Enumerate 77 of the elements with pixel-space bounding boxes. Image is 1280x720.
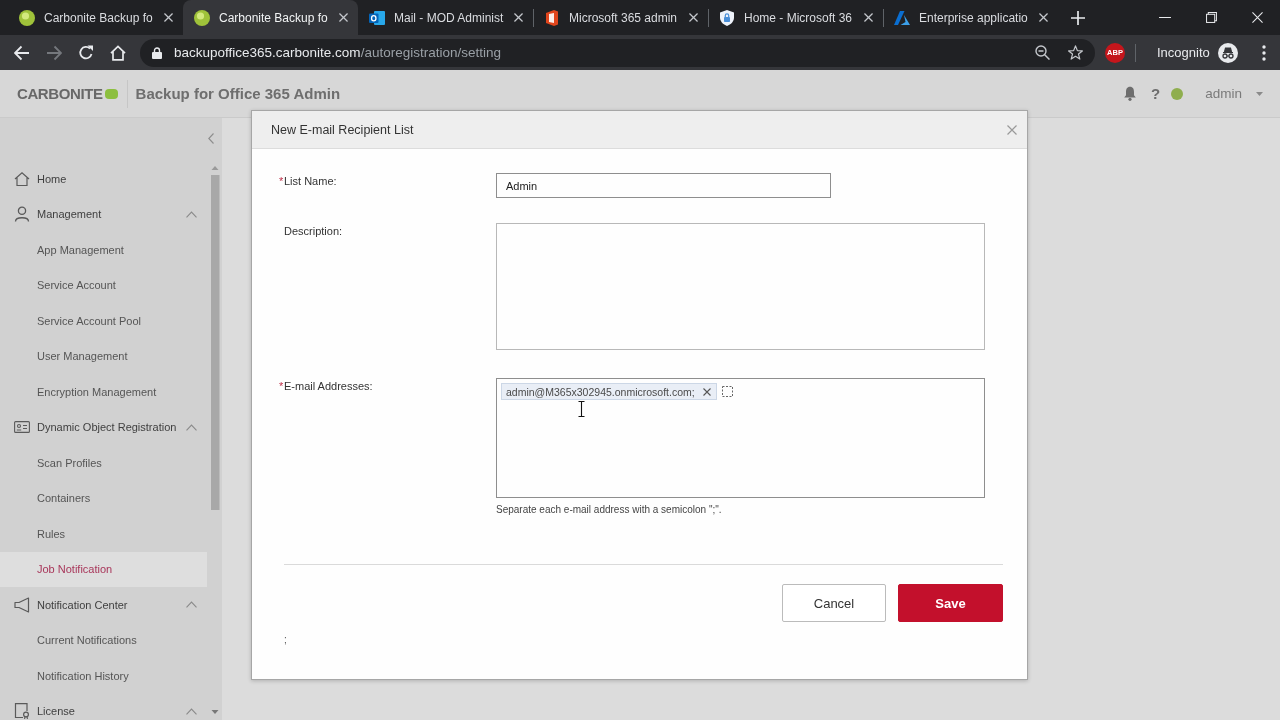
person-icon	[14, 206, 30, 223]
incognito-icon	[1217, 42, 1238, 63]
logo-mark-icon	[104, 88, 118, 99]
sidebar-subitem[interactable]: Job Notification	[0, 551, 207, 587]
note-text: ;	[284, 634, 287, 645]
field-label: List Name:	[284, 175, 337, 187]
sidebar-subitem[interactable]: Current Notifications	[0, 622, 208, 658]
bell-icon[interactable]	[1123, 86, 1138, 101]
browser-tab[interactable]: Enterprise applicatio	[883, 0, 1058, 35]
triangle-logo-icon	[894, 9, 910, 26]
required-marker: *	[279, 380, 284, 392]
required-marker: *	[279, 175, 284, 187]
sphere-icon	[19, 9, 35, 26]
new-tab-icon[interactable]	[1071, 10, 1085, 25]
browser-tab[interactable]: Carbonite Backup fo	[8, 0, 183, 35]
lock-icon	[152, 46, 162, 59]
minimize-icon[interactable]	[1159, 16, 1171, 19]
help-button[interactable]: ?	[1151, 85, 1161, 102]
sidebar-subitem[interactable]: Rules	[0, 516, 208, 552]
tab-close-icon[interactable]	[689, 13, 698, 22]
app-title: Backup for Office 365 Admin	[135, 85, 341, 102]
sidebar-subitem[interactable]: Notification History	[0, 658, 208, 694]
tab-close-icon[interactable]	[339, 13, 348, 22]
field-label: Description:	[284, 225, 343, 237]
email-field[interactable]: admin@M365x302945.onmicrosoft.com;	[496, 378, 985, 498]
tab-close-icon[interactable]	[164, 13, 173, 22]
caret-icon	[1256, 91, 1263, 96]
back-icon[interactable]	[14, 44, 30, 61]
sphere-icon	[194, 9, 210, 26]
browser-tab[interactable]: Home - Microsoft 36	[708, 0, 883, 35]
browser-tab[interactable]: Mail - MOD Administ	[358, 0, 533, 35]
id-card-icon	[14, 419, 30, 436]
mail-app-icon	[369, 9, 385, 26]
address-bar[interactable]: backupoffice365.carbonite.com/autoregistration/setting	[140, 38, 1095, 67]
sidebar-item[interactable]: Management	[0, 196, 208, 232]
sidebar-subitem[interactable]: User Management	[0, 338, 208, 374]
certificate-icon	[14, 703, 30, 720]
browser-tab[interactable]: Carbonite Backup fo	[183, 0, 358, 35]
sidebar-subitem[interactable]: Containers	[0, 480, 208, 516]
logo-text: CARBONITE	[17, 85, 103, 102]
sidebar-subitem[interactable]: Scan Profiles	[0, 445, 208, 481]
sidebar-subitem[interactable]: App Management	[0, 232, 208, 268]
home-icon	[14, 170, 30, 187]
sidebar-subitem[interactable]: Service Account	[0, 267, 208, 303]
list-name-field[interactable]: Admin	[496, 173, 831, 198]
help-text: Separate each e-mail address with a semicolon ";".	[496, 504, 723, 515]
description-field[interactable]	[496, 223, 985, 350]
close-window-icon[interactable]	[1251, 12, 1263, 23]
home-icon[interactable]	[110, 44, 126, 61]
cancel-button[interactable]: Cancel	[782, 584, 886, 622]
email-tag[interactable]: admin@M365x302945.onmicrosoft.com;	[501, 383, 717, 400]
bookmark-star-icon[interactable]	[1068, 45, 1083, 60]
sidebar-subitem[interactable]: Service Account Pool	[0, 303, 208, 339]
shield-lock-icon	[719, 9, 735, 26]
reload-icon[interactable]	[78, 44, 94, 61]
sidebar-subitem[interactable]: Encryption Management	[0, 374, 208, 410]
menu-icon[interactable]	[1261, 44, 1266, 61]
profile-button[interactable]: Incognito	[1150, 39, 1238, 66]
save-button[interactable]: Save	[898, 584, 1003, 622]
sidebar-item[interactable]: Notification Center	[0, 587, 208, 623]
status-dot-icon	[1171, 87, 1184, 100]
sidebar-item[interactable]: Dynamic Object Registration	[0, 409, 208, 445]
sidebar-item[interactable]: Home	[0, 161, 208, 197]
tab-close-icon[interactable]	[864, 13, 873, 22]
remove-icon[interactable]	[702, 387, 711, 396]
text-cursor-icon	[578, 401, 585, 417]
dialog-title: New E-mail Recipient List	[271, 122, 414, 137]
zoom-out-icon[interactable]	[1035, 45, 1050, 60]
dashed-square-icon	[721, 386, 733, 397]
browser-tab[interactable]: Microsoft 365 admin	[533, 0, 708, 35]
tab-close-icon[interactable]	[1039, 13, 1048, 22]
megaphone-icon	[14, 596, 30, 613]
field-label: E-mail Addresses:	[284, 380, 373, 392]
restore-icon[interactable]	[1205, 12, 1217, 23]
tab-close-icon[interactable]	[514, 13, 523, 22]
app-logo-icon	[544, 9, 560, 26]
sidebar-item[interactable]: License	[0, 693, 208, 720]
